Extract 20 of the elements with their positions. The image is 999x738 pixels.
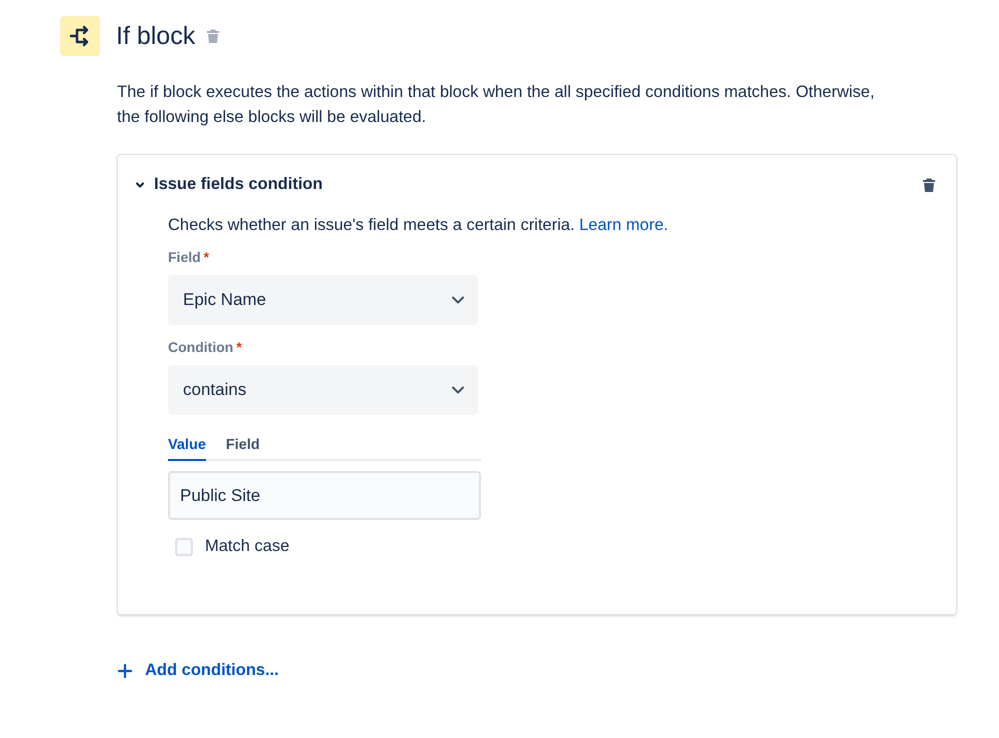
plus-icon [117,662,133,678]
block-description: The if block executes the actions within that block when the all specified conditions matches. Otherwise, the following else blocks will be evaluated. [117,82,876,128]
condition-title: Issue fields condition [154,175,324,194]
branch-icon [60,16,100,56]
field-label: Condition [168,339,234,357]
required-mark: * [204,249,210,267]
select-field[interactable]: Epic Name [168,275,478,325]
value-input[interactable]: Public Site [168,471,481,520]
tab[interactable]: Field [226,437,260,461]
condition-description: Checks whether an issue's field meets a certain criteria. Learn more. [168,216,670,235]
block-title: If block [116,22,196,50]
tab[interactable]: Value [168,437,206,461]
checkbox-label: Match case [205,537,290,556]
add-conditions-button[interactable]: Add conditions... [117,661,279,680]
required-mark: * [236,339,242,357]
checkbox[interactable] [175,538,193,556]
field-label: Field [168,249,201,267]
learn-more-link[interactable]: Learn more. [579,216,668,234]
select-field[interactable]: contains [168,365,478,415]
delete-icon[interactable] [921,176,937,192]
